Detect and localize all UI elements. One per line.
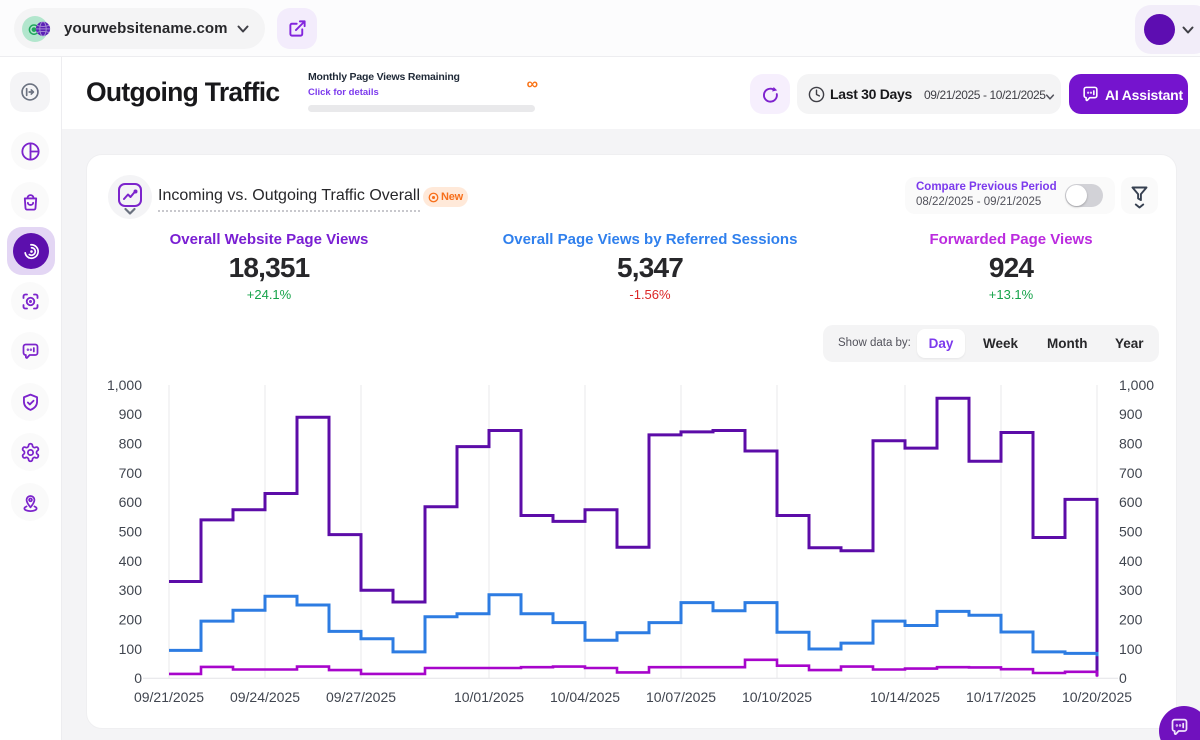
svg-text:600: 600: [119, 494, 143, 510]
svg-text:300: 300: [1119, 582, 1143, 598]
svg-text:100: 100: [119, 641, 143, 657]
svg-text:100: 100: [1119, 641, 1143, 657]
svg-text:10/17/2025: 10/17/2025: [966, 689, 1036, 705]
svg-text:0: 0: [1119, 670, 1127, 686]
svg-text:10/14/2025: 10/14/2025: [870, 689, 940, 705]
svg-text:700: 700: [1119, 465, 1143, 481]
svg-text:900: 900: [1119, 406, 1143, 422]
svg-text:600: 600: [1119, 494, 1143, 510]
svg-text:10/01/2025: 10/01/2025: [454, 689, 524, 705]
svg-text:800: 800: [1119, 436, 1143, 452]
svg-text:700: 700: [119, 465, 143, 481]
svg-text:09/21/2025: 09/21/2025: [134, 689, 204, 705]
svg-text:200: 200: [119, 611, 143, 627]
svg-text:09/27/2025: 09/27/2025: [326, 689, 396, 705]
svg-text:10/07/2025: 10/07/2025: [646, 689, 716, 705]
svg-text:1,000: 1,000: [1119, 377, 1154, 393]
svg-text:500: 500: [119, 523, 143, 539]
svg-text:900: 900: [119, 406, 143, 422]
svg-text:500: 500: [1119, 523, 1143, 539]
svg-text:10/10/2025: 10/10/2025: [742, 689, 812, 705]
svg-text:400: 400: [119, 553, 143, 569]
svg-text:10/04/2025: 10/04/2025: [550, 689, 620, 705]
svg-text:1,000: 1,000: [107, 377, 142, 393]
svg-text:200: 200: [1119, 611, 1143, 627]
svg-text:300: 300: [119, 582, 143, 598]
svg-text:0: 0: [134, 670, 142, 686]
svg-text:10/20/2025: 10/20/2025: [1062, 689, 1132, 705]
svg-text:09/24/2025: 09/24/2025: [230, 689, 300, 705]
svg-text:400: 400: [1119, 553, 1143, 569]
svg-text:800: 800: [119, 436, 143, 452]
